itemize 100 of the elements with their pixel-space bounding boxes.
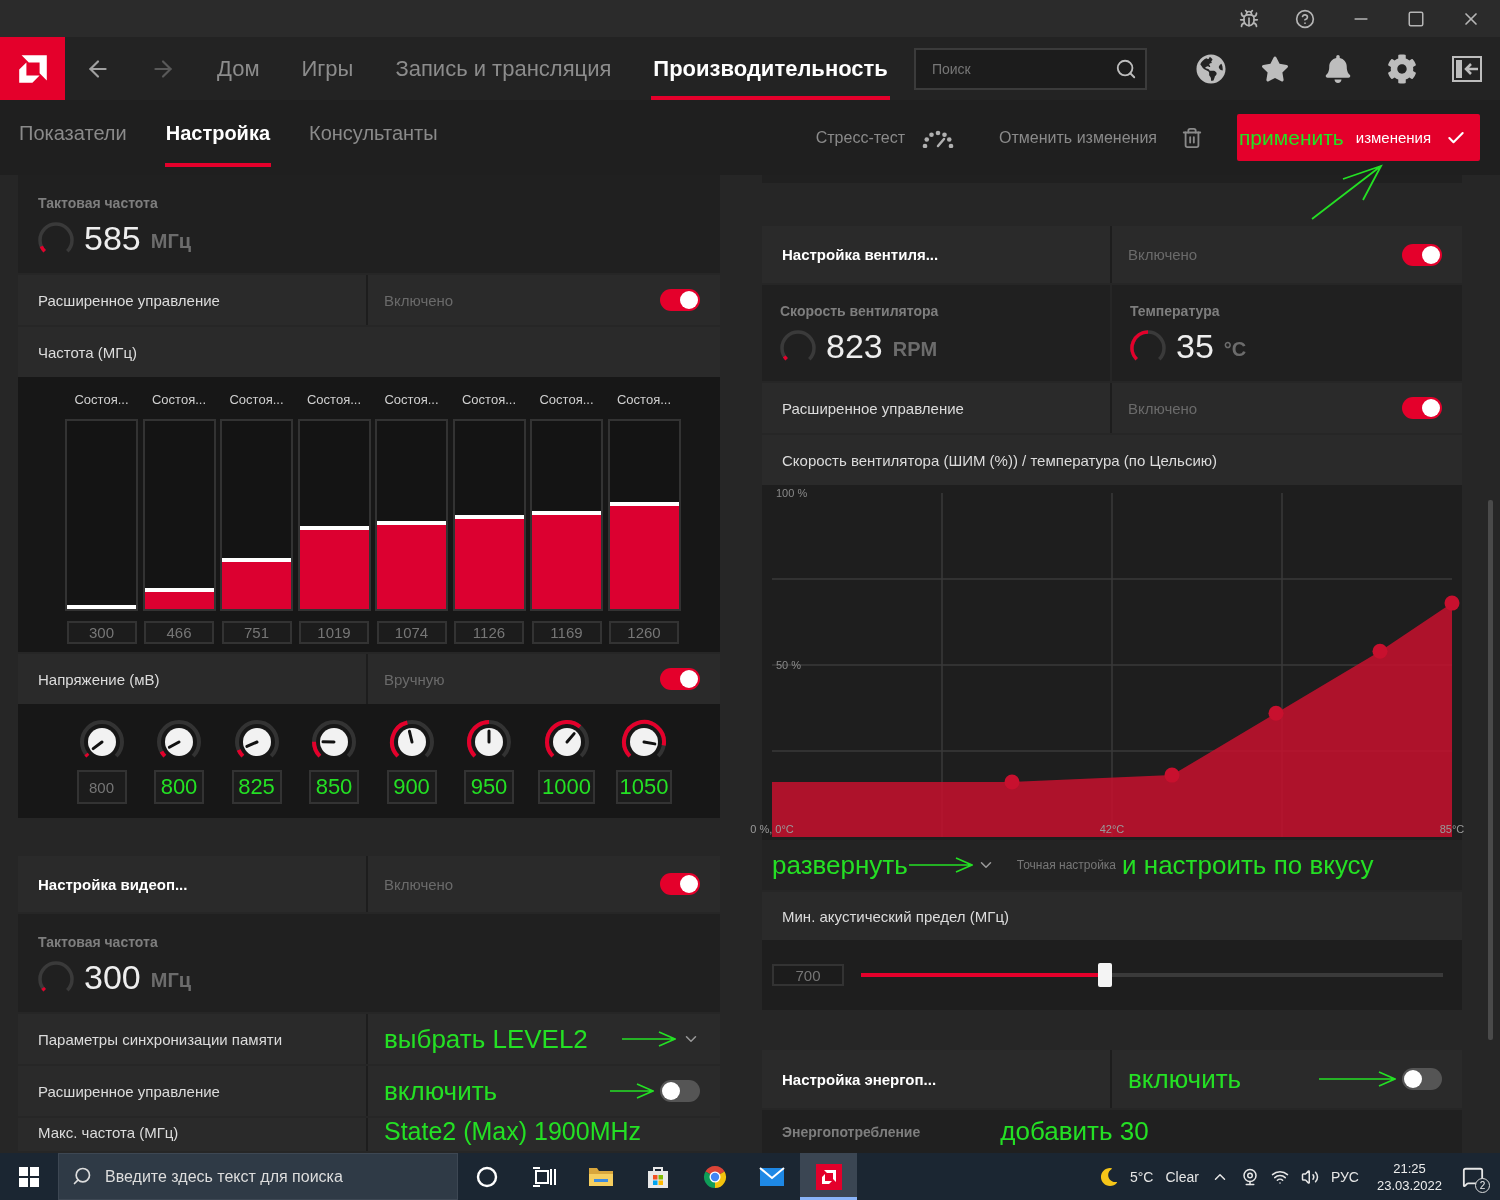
- annotation-text: включить: [1128, 1064, 1242, 1094]
- axis-label: 100 %: [776, 487, 808, 499]
- status-text: Включено: [384, 291, 454, 309]
- nav-tab[interactable]: Игры: [299, 37, 356, 100]
- settings-icon[interactable]: [1387, 53, 1417, 84]
- app-logo-icon: [815, 1163, 842, 1190]
- help-icon[interactable]: [1295, 8, 1315, 29]
- value-field[interactable]: 1019: [299, 621, 369, 644]
- voltage-knob[interactable]: [232, 718, 281, 760]
- slider-track[interactable]: [142, 419, 216, 611]
- language-indicator[interactable]: РУС: [1330, 1168, 1359, 1185]
- axis-label: 42°C: [1099, 823, 1125, 835]
- tab[interactable]: Показатели: [18, 100, 128, 167]
- setting-label: Напряжение (мВ): [38, 670, 160, 688]
- slider-track[interactable]: [530, 419, 603, 611]
- state-label: Состоя...: [229, 391, 284, 409]
- stat-label: Тактовая частота: [38, 195, 159, 211]
- axis-label: 50 %: [776, 659, 802, 671]
- search-icon: [1114, 57, 1137, 80]
- logo-icon: [17, 53, 48, 84]
- toggle-switch[interactable]: [660, 289, 700, 311]
- webcam-icon[interactable]: [1240, 1167, 1259, 1186]
- bug-icon[interactable]: [1239, 8, 1259, 29]
- toggle-switch[interactable]: [1402, 397, 1442, 419]
- setting-label: Макс. частота (МГц): [38, 1124, 179, 1141]
- curve-point[interactable]: [1164, 767, 1180, 783]
- search-field[interactable]: Введите здесь текст для поиска: [58, 1153, 458, 1200]
- value-field[interactable]: 1169: [531, 621, 602, 644]
- nav-tab[interactable]: Дом: [215, 37, 262, 100]
- weather-temperature: 5°C: [1129, 1168, 1154, 1185]
- curve-point[interactable]: [1444, 595, 1460, 611]
- toggle-switch[interactable]: [1402, 1068, 1442, 1090]
- value-field[interactable]: 1050: [615, 770, 673, 804]
- four-squares-icon: [19, 1166, 39, 1187]
- slider-thumb[interactable]: [1098, 963, 1113, 987]
- curve-point[interactable]: [1268, 705, 1284, 721]
- state-label: Состоя...: [617, 391, 671, 409]
- value-field[interactable]: 300: [66, 621, 137, 644]
- toggle-switch[interactable]: [660, 668, 700, 690]
- voltage-knob[interactable]: [542, 718, 591, 760]
- slider-track[interactable]: [375, 419, 448, 611]
- slider-track[interactable]: [297, 419, 371, 611]
- state-label: Состоя...: [74, 391, 129, 409]
- value-field[interactable]: 1126: [454, 621, 524, 644]
- voltage-knob[interactable]: [77, 718, 126, 760]
- voltage-knob[interactable]: [155, 718, 203, 760]
- value-field[interactable]: 700: [772, 964, 844, 986]
- annotation-text: включить: [384, 1076, 498, 1106]
- curve-point[interactable]: [1372, 643, 1388, 659]
- status-text: Вручную: [384, 670, 445, 688]
- toggle-switch[interactable]: [660, 1080, 700, 1102]
- moon-icon[interactable]: [1099, 1167, 1118, 1186]
- star-icon[interactable]: [1261, 54, 1289, 83]
- logo-tile[interactable]: [0, 37, 65, 100]
- value-field[interactable]: 800: [154, 770, 204, 804]
- voltage-knob[interactable]: [310, 718, 358, 760]
- bell-icon[interactable]: [1324, 54, 1352, 83]
- nav-tab[interactable]: Запись и трансляция: [393, 37, 614, 100]
- setting-label: Расширенное управление: [38, 291, 220, 309]
- globe-icon[interactable]: [1196, 53, 1226, 84]
- value-field[interactable]: 751: [221, 621, 292, 644]
- discard-button[interactable]: Отменить изменения: [999, 126, 1203, 149]
- apply-button[interactable]: применить изменения: [1237, 114, 1480, 161]
- slider-track[interactable]: [220, 419, 293, 611]
- slider-track[interactable]: [65, 419, 138, 611]
- toggle-switch[interactable]: [660, 873, 700, 895]
- annotation-text: выбрать LEVEL2: [384, 1024, 588, 1054]
- value-field[interactable]: 850: [309, 770, 359, 804]
- tab[interactable]: Настройка: [164, 100, 272, 167]
- annotation-text: добавить 30: [1000, 1117, 1149, 1146]
- value-field[interactable]: 900: [386, 770, 437, 804]
- value-field[interactable]: 825: [231, 770, 282, 804]
- toggle-switch[interactable]: [1402, 243, 1442, 266]
- volume-icon[interactable]: [1300, 1167, 1319, 1186]
- value-field[interactable]: 1000: [538, 770, 595, 804]
- taskbar-button[interactable]: [800, 1153, 857, 1200]
- expand-button[interactable]: Точная настройка: [976, 856, 1117, 874]
- value-field[interactable]: 950: [464, 770, 514, 804]
- state-label: Состоя...: [307, 391, 361, 409]
- weather-condition: Clear: [1165, 1168, 1199, 1185]
- curve-point[interactable]: [1004, 774, 1020, 790]
- voltage-knob[interactable]: [465, 718, 513, 760]
- status-text: Включено: [1128, 399, 1198, 417]
- stress-test-button[interactable]: Стресс-тест: [815, 127, 955, 148]
- axis-label: 0 %, 0°C: [750, 823, 794, 835]
- value-field[interactable]: 466: [144, 621, 214, 644]
- chart-title: Скорость вентилятора (ШИМ (%)) / температура (по Цельсию): [782, 451, 1218, 469]
- maximize-icon[interactable]: [1407, 9, 1425, 28]
- annotation-text: State2 (Max) 1900MHz: [384, 1118, 642, 1146]
- value-field[interactable]: 1260: [609, 621, 679, 644]
- search-field[interactable]: Поиск: [913, 47, 1147, 90]
- value-field[interactable]: 800: [76, 770, 127, 804]
- setting-label: Частота (МГц): [38, 343, 137, 361]
- stat-value: 823: [826, 327, 883, 366]
- slider-track[interactable]: [452, 419, 526, 611]
- scrollbar[interactable]: [1488, 500, 1493, 1040]
- voltage-knob[interactable]: [387, 718, 436, 760]
- value-field[interactable]: 1074: [376, 621, 447, 644]
- tab[interactable]: Консультанты: [308, 100, 439, 167]
- slider-track[interactable]: [607, 419, 681, 611]
